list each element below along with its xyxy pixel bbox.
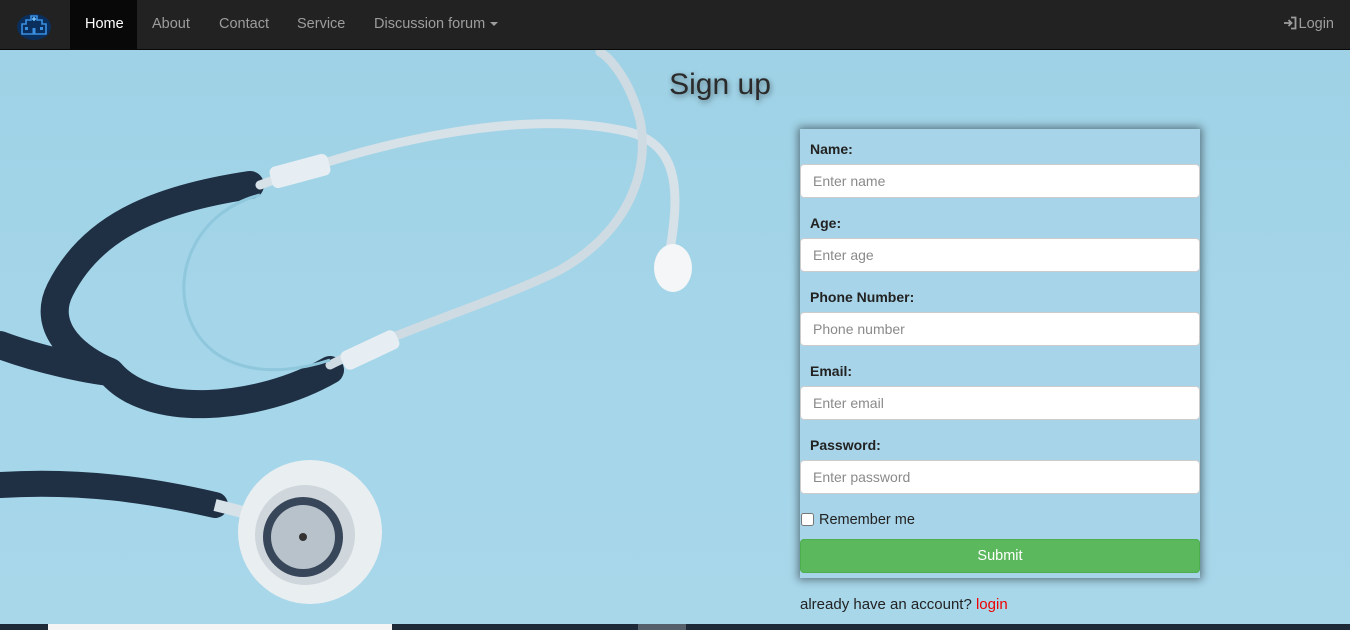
password-label: Password: <box>810 437 881 453</box>
footer-strip <box>0 624 1350 630</box>
age-label: Age: <box>810 215 842 231</box>
name-label: Name: <box>810 141 853 157</box>
nav-discussion-forum[interactable]: Discussion forum <box>359 0 513 50</box>
nav-discussion-forum-label: Discussion forum <box>374 16 486 32</box>
hospital-logo-icon[interactable] <box>14 10 54 42</box>
footer-segment <box>48 624 392 630</box>
phone-input[interactable] <box>800 312 1200 346</box>
phone-label: Phone Number: <box>810 289 915 305</box>
login-link[interactable]: login <box>976 596 1008 613</box>
nav-login[interactable]: Login <box>1283 0 1334 50</box>
log-in-icon <box>1283 16 1296 30</box>
caret-down-icon <box>490 22 499 27</box>
nav-about[interactable]: About <box>137 0 205 50</box>
nav-contact[interactable]: Contact <box>204 0 284 50</box>
footer-segment <box>638 624 686 630</box>
navbar: Home About Contact Service Discussion fo… <box>0 0 1350 50</box>
age-input[interactable] <box>800 238 1200 272</box>
submit-button[interactable]: Submit <box>800 539 1200 573</box>
name-input[interactable] <box>800 164 1200 198</box>
nav-login-label: Login <box>1298 16 1334 32</box>
signup-form: Name: Age: Phone Number: Email: Password… <box>800 129 1200 578</box>
account-prompt: already have an account? login <box>800 596 1008 613</box>
nav-service[interactable]: Service <box>282 0 360 50</box>
email-label: Email: <box>810 363 853 379</box>
remember-me: Remember me <box>800 512 915 528</box>
account-prompt-text: already have an account? <box>800 596 972 613</box>
remember-me-checkbox[interactable] <box>801 513 814 526</box>
email-input[interactable] <box>800 386 1200 420</box>
remember-me-label: Remember me <box>819 512 915 528</box>
page-title: Sign up <box>669 68 771 101</box>
password-input[interactable] <box>800 460 1200 494</box>
nav-home[interactable]: Home <box>70 0 137 50</box>
